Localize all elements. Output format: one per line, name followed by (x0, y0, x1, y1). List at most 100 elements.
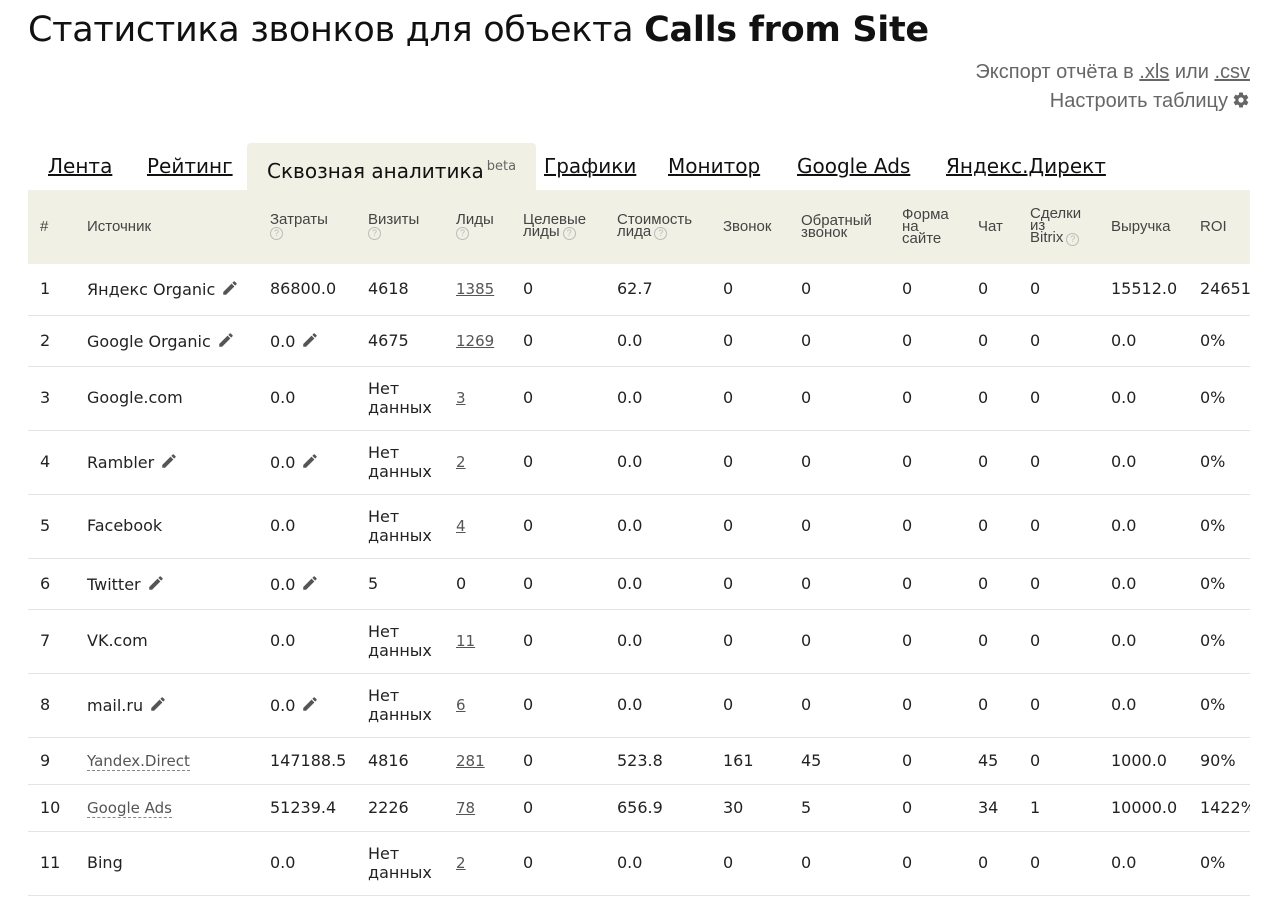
form-value: 0 (902, 797, 913, 817)
cell-leads: 2 (456, 430, 523, 495)
cell-num: 10 (28, 784, 87, 832)
cell-bitrix: 0 (1030, 737, 1111, 785)
lead_cost-value: 0.0 (617, 330, 643, 350)
leads-link[interactable]: 1269 (456, 332, 494, 350)
leads-link[interactable]: 6 (456, 696, 466, 714)
cell-revenue: 0.0 (1111, 831, 1200, 896)
lead_cost-value: 0.0 (617, 853, 643, 872)
help-icon[interactable]: ? (1066, 233, 1080, 246)
cost-value: 0.0 (270, 853, 296, 872)
cell-callback: 0 (801, 609, 902, 674)
num-value: 5 (40, 516, 51, 535)
export-panel: Экспорт отчёта в .xls или .csv Настроить… (975, 58, 1250, 116)
cell-form: 0 (902, 609, 978, 674)
tab-monitor[interactable]: Монитор (668, 143, 760, 190)
column-header-revenue: Выручка (1111, 190, 1200, 264)
cell-roi: 0% (1200, 430, 1250, 495)
page-title-object: Calls from Site (644, 10, 929, 50)
bitrix-value: 1 (1030, 797, 1041, 817)
edit-cost-icon[interactable] (301, 331, 319, 349)
tab-rating[interactable]: Рейтинг (147, 143, 233, 190)
table-row: 9 Yandex.Direct 147188.5 4816 281 0 523.8 161 45… (28, 737, 1250, 785)
cell-bitrix: 0 (1030, 366, 1111, 431)
leads-link[interactable]: 78 (456, 799, 475, 817)
lead_cost-value: 0.0 (617, 452, 643, 471)
chat-value: 0 (978, 853, 989, 872)
cell-leads: 1269 (456, 315, 523, 367)
call-value: 0 (723, 279, 734, 299)
configure-table-link[interactable]: Настроить таблицу (975, 87, 1250, 116)
cell-source: Rambler (87, 430, 270, 495)
cell-target: 0 (523, 494, 617, 559)
leads-link[interactable]: 1385 (456, 280, 494, 298)
edit-cost-icon[interactable] (301, 452, 319, 470)
cell-num: 4 (28, 430, 87, 495)
tab-end-to-end-analytics-label: Сквозная аналитика (267, 159, 484, 183)
cell-cost: 0.0 (270, 494, 368, 559)
edit-source-icon[interactable] (147, 574, 165, 592)
source-link[interactable]: Google Ads (87, 798, 172, 818)
source-link[interactable]: Yandex.Direct (87, 751, 190, 771)
tab-end-to-end-analytics[interactable]: Сквозная аналитика beta (247, 143, 537, 190)
help-icon[interactable]: ? (270, 227, 283, 240)
cell-visits: Нет данных (368, 609, 456, 674)
chat-value: 0 (978, 452, 989, 471)
cell-roi: 0% (1200, 831, 1250, 896)
help-icon[interactable]: ? (562, 227, 576, 240)
leads-link[interactable]: 11 (456, 632, 475, 650)
leads-link[interactable]: 3 (456, 389, 466, 407)
edit-cost-icon[interactable] (301, 695, 319, 713)
target-value: 0 (523, 797, 534, 817)
table-row: 1 Яндекс Organic 86800.0 4618 1385 0 62.7 0 0 0 0 0… (28, 264, 1250, 316)
help-icon[interactable]: ? (456, 227, 469, 240)
cell-revenue: 0.0 (1111, 673, 1200, 738)
cell-bitrix: 0 (1030, 494, 1111, 559)
cell-num: 1 (28, 264, 87, 316)
tab-feed[interactable]: Лента (48, 143, 112, 190)
cell-visits: 4816 (368, 737, 456, 785)
num-value: 9 (40, 750, 51, 770)
form-value: 0 (902, 853, 913, 872)
table-row: 4 Rambler 0.0 Нет данных 2 0 0.0 0 0 0 0 0 0.0 0% (28, 430, 1250, 495)
leads-link[interactable]: 2 (456, 854, 466, 872)
callback-value: 5 (801, 797, 812, 817)
cell-target: 0 (523, 737, 617, 785)
cell-bitrix: 1 (1030, 784, 1111, 832)
cell-visits: Нет данных (368, 673, 456, 738)
table-row: 11 Bing 0.0 Нет данных 2 0 0.0 0 0 0 0 0 0.0 0% (28, 831, 1250, 896)
leads-link[interactable]: 4 (456, 517, 466, 535)
export-xls-link[interactable]: .xls (1139, 61, 1169, 83)
tab-yandex-direct[interactable]: Яндекс.Директ (946, 143, 1106, 190)
cell-visits: 2226 (368, 784, 456, 832)
edit-source-icon[interactable] (149, 695, 167, 713)
cost-value: 0.0 (270, 388, 296, 407)
cell-source: Яндекс Organic (87, 264, 270, 316)
cell-source: Google.com (87, 366, 270, 431)
leads-link[interactable]: 2 (456, 453, 466, 471)
edit-source-icon[interactable] (221, 279, 239, 297)
stats-table-container[interactable]: # Источник Затраты? Визиты? Лиды? Целевые лиды… (28, 190, 1250, 912)
tab-charts[interactable]: Графики (544, 143, 636, 190)
cell-call: 0 (723, 315, 801, 367)
source-name: Google.com (87, 388, 183, 407)
call-value: 0 (723, 452, 734, 471)
export-csv-link[interactable]: .csv (1214, 61, 1250, 83)
tab-google-ads[interactable]: Google Ads (797, 143, 910, 190)
cell-bitrix: 0 (1030, 831, 1111, 896)
revenue-value: 1000.0 (1111, 750, 1167, 770)
column-header-leads: Лиды? (456, 190, 523, 264)
edit-source-icon[interactable] (160, 452, 178, 470)
edit-source-icon[interactable] (217, 331, 235, 349)
target-value: 0 (523, 853, 534, 872)
leads-link[interactable]: 281 (456, 752, 485, 770)
column-header-bitrix: Сделки из Bitrix? (1030, 190, 1111, 264)
bitrix-value: 0 (1030, 330, 1041, 350)
help-icon[interactable]: ? (368, 227, 381, 240)
cell-bitrix: 0 (1030, 430, 1111, 495)
help-icon[interactable]: ? (654, 227, 668, 240)
table-row: 6 Twitter 0.0 5 0 0 0.0 0 0 0 0 0 0.0 0% (28, 558, 1250, 610)
cell-roi: 0% (1200, 315, 1250, 367)
cell-bitrix: 0 (1030, 673, 1111, 738)
cost-value: 86800.0 (270, 279, 337, 299)
edit-cost-icon[interactable] (301, 574, 319, 592)
